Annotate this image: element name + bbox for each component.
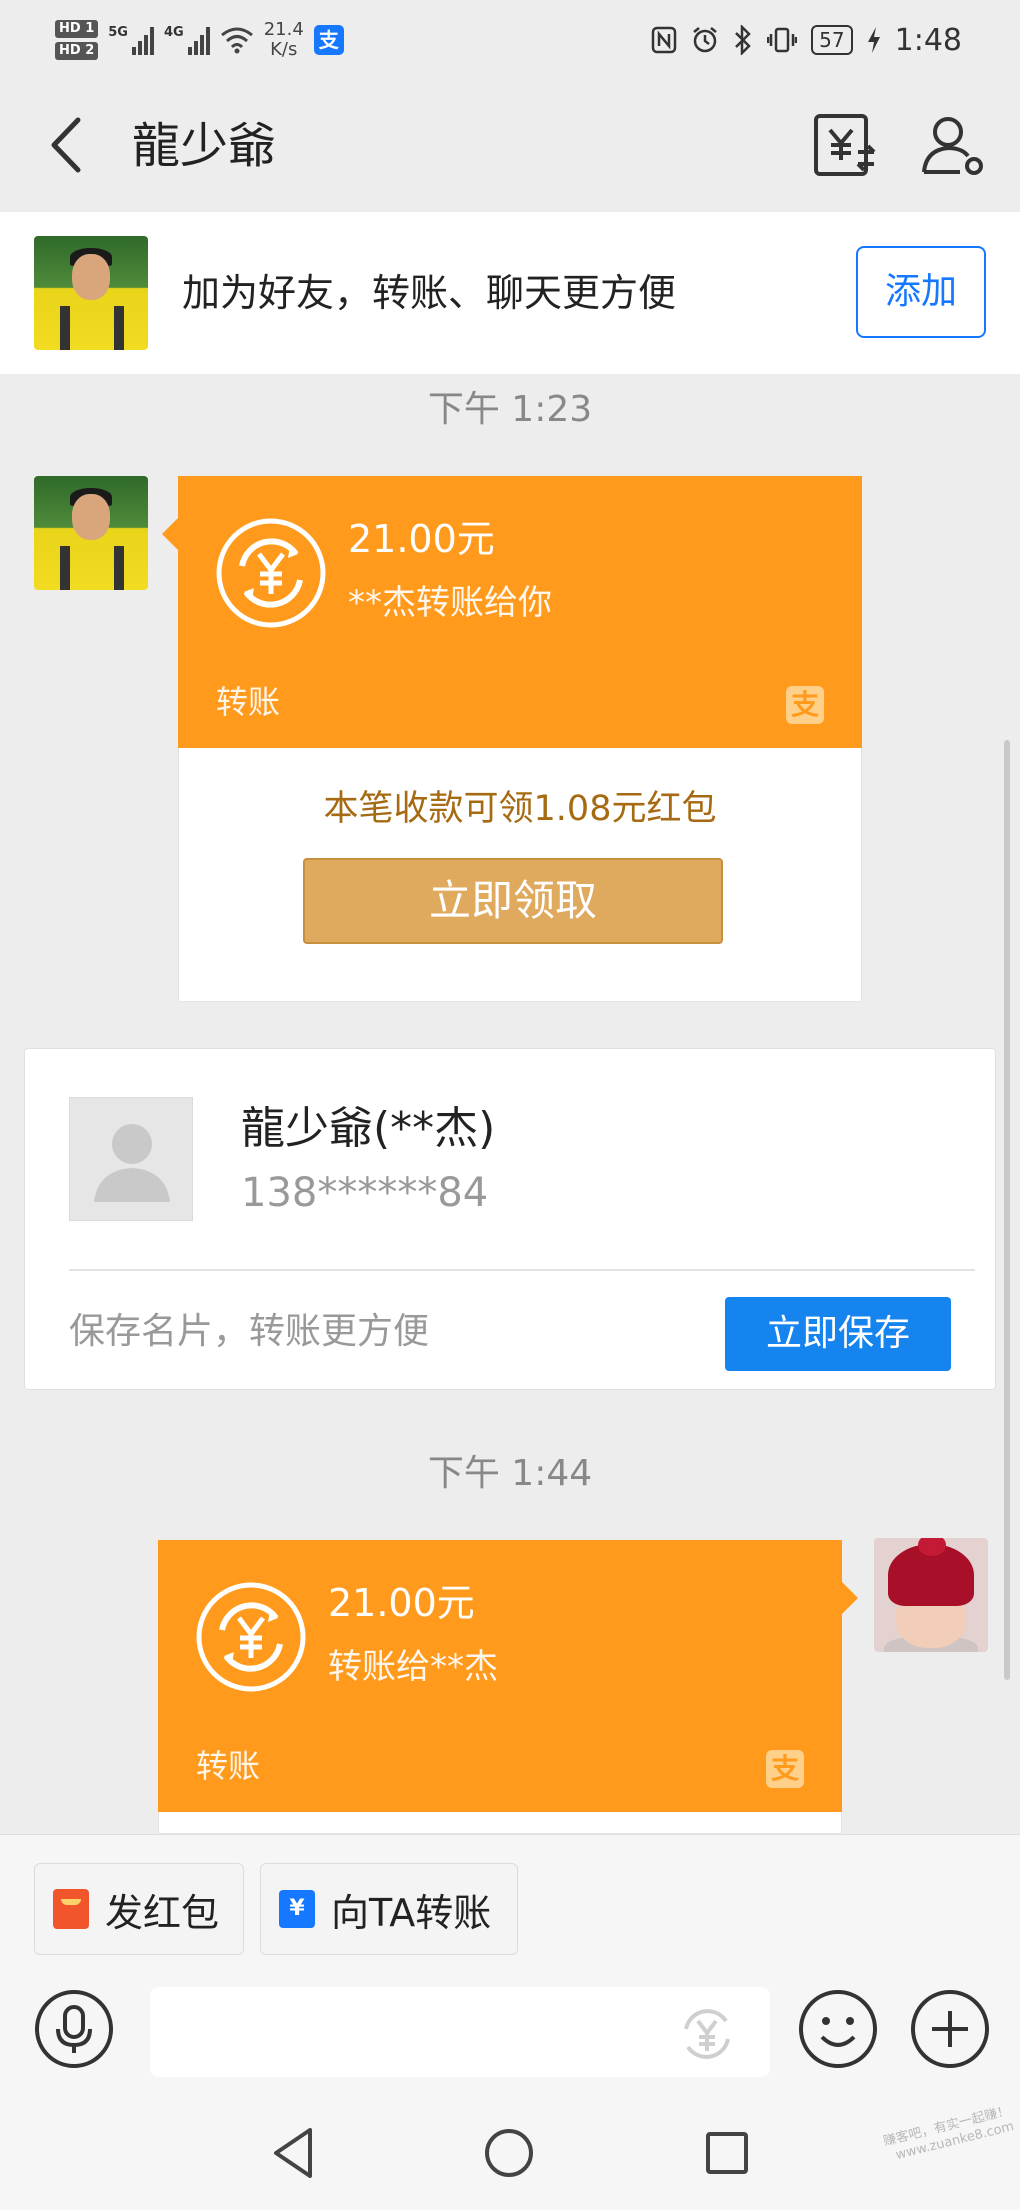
- contact-phone: 138******84: [241, 1170, 489, 1216]
- net1-label: 5G: [108, 25, 128, 40]
- transfer-yen-icon: [196, 1582, 306, 1692]
- add-friend-text: 加为好友，转账、聊天更方便: [182, 271, 677, 315]
- bubble-tail: [842, 1582, 858, 1614]
- chat-input-area: 发红包 ¥ 向TA转账: [0, 1834, 1020, 2098]
- scrollbar[interactable]: [1004, 740, 1010, 1680]
- transfer-amount: 21.00元: [348, 517, 495, 561]
- speed-value: 21.4: [263, 19, 304, 40]
- transfer-amount: 21.00元: [328, 1581, 475, 1625]
- transfer-label: 转账: [196, 1747, 261, 1785]
- person-placeholder-icon: [94, 1124, 170, 1202]
- hd1-badge: HD 1: [55, 20, 99, 38]
- alipay-notification-icon: 支: [313, 25, 344, 55]
- divider: [69, 1269, 975, 1271]
- system-navigation-bar: [0, 2098, 1020, 2210]
- contact-name: 龍少爺(**杰): [241, 1103, 496, 1154]
- status-bar-left: HD 1 HD 2 5G 4G 21.4 K/s 支: [55, 10, 344, 70]
- battery-indicator: 57: [811, 25, 853, 55]
- transfer-icon: ¥: [279, 1890, 315, 1928]
- send-red-packet-label: 发红包: [105, 1890, 220, 1935]
- nav-recents-icon[interactable]: [696, 2122, 758, 2184]
- chevron-left-icon[interactable]: [40, 110, 100, 180]
- plus-icon[interactable]: [910, 1989, 990, 2069]
- transfer-bill-icon[interactable]: [812, 112, 878, 178]
- signal-5g-icon: 5G: [108, 25, 154, 55]
- quick-transfer-yen-icon[interactable]: [672, 1999, 742, 2069]
- hd-indicator: HD 1 HD 2: [55, 20, 99, 60]
- charging-icon: [867, 27, 880, 53]
- save-contact-button[interactable]: 立即保存: [725, 1297, 951, 1371]
- alipay-logo-icon: 支: [766, 1750, 804, 1788]
- add-friend-button[interactable]: 添加: [856, 246, 986, 338]
- nav-back-icon[interactable]: [264, 2122, 326, 2184]
- claim-red-packet-button[interactable]: 立即领取: [303, 858, 723, 944]
- red-packet-icon: [53, 1889, 89, 1929]
- transfer-card-footer: [158, 1812, 842, 1834]
- default-avatar: [69, 1097, 193, 1221]
- incoming-transfer-card[interactable]: 21.00元 **杰转账给你 转账 支 本笔收款可领1.08元红包 立即领取: [162, 476, 862, 1002]
- nav-home-icon[interactable]: [478, 2122, 540, 2184]
- alipay-logo-icon: 支: [786, 686, 824, 724]
- person-settings-icon[interactable]: [920, 112, 986, 178]
- sender-avatar[interactable]: [34, 476, 148, 590]
- hd2-badge: HD 2: [55, 42, 99, 60]
- send-red-packet-button[interactable]: 发红包: [34, 1863, 244, 1955]
- signal-4g-icon: 4G: [164, 25, 210, 55]
- status-bar-right: 57 1:48: [651, 14, 962, 66]
- title-bar: 龍少爺: [0, 80, 1020, 212]
- wifi-icon: [220, 27, 253, 54]
- alarm-icon: [693, 27, 717, 53]
- transfer-to-them-label: 向TA转账: [331, 1890, 492, 1935]
- speed-unit: K/s: [270, 39, 298, 60]
- net2-label: 4G: [163, 25, 184, 40]
- red-packet-promo-text: 本笔收款可领1.08元红包: [323, 789, 717, 829]
- clock: 1:48: [894, 22, 962, 58]
- transfer-yen-icon: [216, 518, 326, 628]
- my-avatar[interactable]: [874, 1538, 988, 1652]
- transfer-label: 转账: [216, 683, 281, 721]
- outgoing-transfer-card[interactable]: 21.00元 转账给**杰 转账 支: [158, 1540, 858, 1834]
- page-title: 龍少爺: [132, 118, 277, 174]
- transfer-description: 转账给**杰: [328, 1647, 498, 1687]
- bluetooth-icon: [735, 25, 751, 55]
- contact-avatar-photo[interactable]: [34, 236, 148, 350]
- red-packet-promo-section: 本笔收款可领1.08元红包 立即领取: [178, 748, 862, 1002]
- network-speed: 21.4 K/s: [264, 20, 304, 60]
- message-timestamp: 下午 1:23: [427, 389, 593, 430]
- bubble-tail: [162, 518, 178, 550]
- microphone-icon[interactable]: [34, 1989, 114, 2069]
- message-timestamp: 下午 1:44: [427, 1453, 593, 1494]
- status-bar: HD 1 HD 2 5G 4G 21.4 K/s 支 57 1:48: [0, 0, 1020, 80]
- add-friend-banner: 加为好友，转账、聊天更方便 添加: [0, 212, 1020, 374]
- nfc-icon: [651, 26, 677, 54]
- transfer-to-them-button[interactable]: ¥ 向TA转账: [260, 1863, 518, 1955]
- contact-card[interactable]: 龍少爺(**杰) 138******84 保存名片，转账更方便 立即保存: [24, 1048, 996, 1390]
- vibrate-icon: [767, 27, 798, 53]
- transfer-description: **杰转账给你: [348, 583, 552, 623]
- save-contact-tip: 保存名片，转账更方便: [69, 1311, 430, 1352]
- emoji-icon[interactable]: [798, 1989, 878, 2069]
